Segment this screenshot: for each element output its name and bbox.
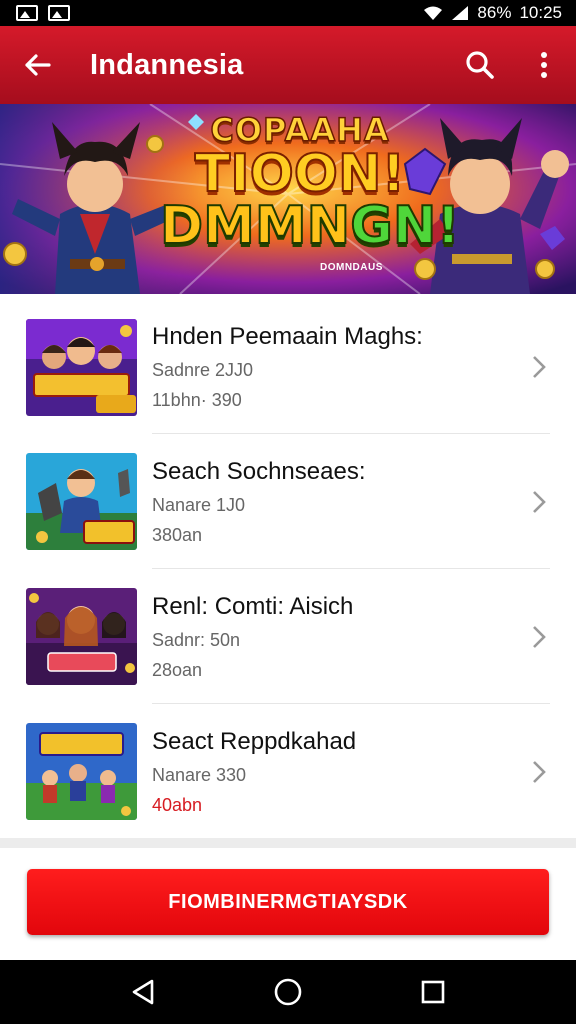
back-button[interactable] (0, 26, 74, 104)
nav-back-icon (132, 979, 153, 1005)
game-thumbnail (26, 453, 137, 550)
image-icon (16, 5, 38, 21)
promo-banner[interactable]: COPAAHA TIOON! DMMNGN! DOMNDAUS (0, 104, 576, 294)
list-item[interactable]: Seact Reppdkahad Nanare 330 40abn (0, 704, 576, 839)
gallery-icon (48, 5, 70, 21)
item-meta-secondary: 40abn (152, 794, 203, 815)
search-button[interactable] (448, 26, 512, 104)
banner-subtitle: DOMNDAUS (320, 262, 383, 273)
chevron-right-icon (516, 607, 562, 667)
status-bar: 86% 10:25 (0, 0, 576, 26)
section-separator (0, 838, 576, 848)
banner-line-3b: GN! (349, 196, 461, 256)
banner-headline: COPAAHA TIOON! DMMNGN! (159, 111, 461, 253)
list-item[interactable]: Hnden Peemaain Maghs: Sadnre 2JJ0 11bhn·… (0, 300, 576, 434)
chevron-right-icon (516, 742, 562, 802)
item-title: Seact Reppdkahad (152, 727, 357, 755)
overflow-menu-button[interactable] (512, 26, 576, 104)
chevron-right-icon (516, 472, 562, 532)
item-title: Renl: Comti: Aisich (152, 592, 354, 620)
item-meta: Nanare 1J0 (152, 494, 246, 515)
banner-line-3a: DMMN (159, 196, 351, 256)
primary-action-button[interactable]: FIOMBINERMGTIAYSDK (27, 869, 549, 935)
nav-back-button[interactable] (113, 962, 173, 1022)
game-thumbnail (26, 318, 137, 416)
item-meta: Sadnr: 50n (152, 629, 241, 650)
nav-home-icon (274, 978, 302, 1006)
banner-line-1: COPAAHA (210, 111, 390, 149)
item-title: Hnden Peemaain Maghs: (152, 323, 423, 350)
battery-level: 86% (477, 3, 512, 22)
item-meta-secondary: 380an (152, 524, 203, 545)
banner-line-2: TIOON! (194, 144, 406, 204)
item-title: Seach Sochnseaes: (152, 457, 366, 485)
app-bar: Indannesia (0, 26, 576, 104)
item-meta: Nanare 330 (152, 764, 247, 785)
bottom-action-area: FIOMBINERMGTIAYSDK (0, 848, 576, 960)
game-list: Hnden Peemaain Maghs: Sadnre 2JJ0 11bhn·… (0, 300, 576, 839)
search-icon (466, 51, 494, 79)
clock: 10:25 (519, 3, 562, 22)
wifi-icon (424, 6, 443, 20)
list-item[interactable]: Seach Sochnseaes: Nanare 1J0 380an (0, 434, 576, 569)
nav-recents-button[interactable] (403, 962, 463, 1022)
nav-home-button[interactable] (258, 962, 318, 1022)
page-title: Indannesia (90, 48, 244, 81)
game-thumbnail (26, 588, 137, 685)
phone-screen: 86% 10:25 Indannesia COPAAHA TIOON! DMMN… (0, 0, 576, 1024)
item-meta-secondary: 11bhn· 390 (152, 390, 242, 410)
list-item[interactable]: Renl: Comti: Aisich Sadnr: 50n 28oan (0, 569, 576, 704)
item-meta: Sadnre 2JJ0 (152, 360, 254, 380)
chevron-right-icon (516, 337, 562, 397)
banner-line-3: DMMNGN! (159, 199, 461, 253)
nav-recents-icon (422, 980, 445, 1004)
game-thumbnail (26, 723, 137, 820)
more-vert-icon (541, 52, 547, 78)
signal-icon (452, 6, 469, 20)
system-nav-bar (0, 960, 576, 1024)
item-meta-secondary: 28oan (152, 659, 203, 680)
arrow-left-icon (25, 54, 51, 76)
